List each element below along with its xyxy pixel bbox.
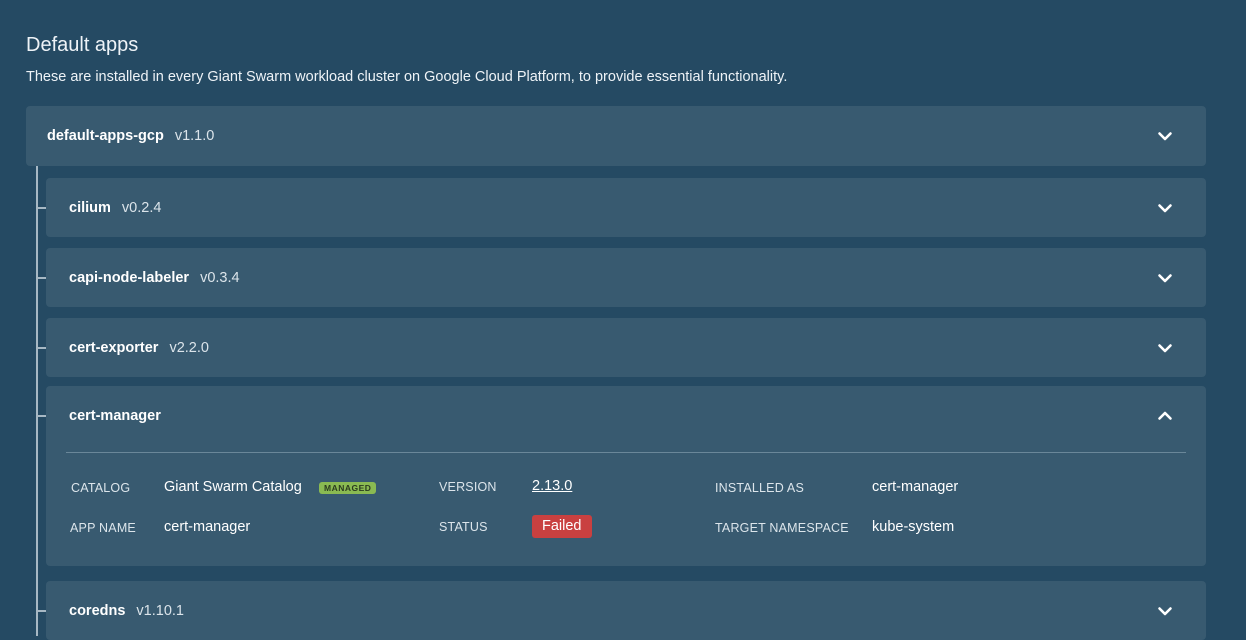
tree-connector-tick: [36, 415, 46, 417]
section-description: These are installed in every Giant Swarm…: [26, 69, 788, 85]
managed-badge: MANAGED: [319, 482, 377, 494]
target-namespace-value: kube-system: [872, 519, 955, 535]
tree-connector-line: [36, 166, 38, 636]
app-name: coredns: [69, 602, 126, 619]
app-version: v1.10.1: [136, 602, 184, 619]
bundle-card-header[interactable]: default-apps-gcp v1.1.0: [26, 106, 1206, 166]
app-card-header[interactable]: cert-manager: [46, 386, 1206, 446]
app-name: capi-node-labeler: [69, 269, 190, 286]
chevron-up-icon[interactable]: [1156, 407, 1174, 425]
details-divider: [66, 452, 1186, 453]
app-version: v0.3.4: [200, 269, 240, 286]
app-card-coredns: coredns v1.10.1: [46, 581, 1206, 640]
chevron-down-icon[interactable]: [1156, 269, 1174, 287]
chevron-down-icon[interactable]: [1156, 602, 1174, 620]
app-card-header[interactable]: capi-node-labeler v0.3.4: [46, 248, 1206, 307]
app-version: v2.2.0: [169, 339, 209, 356]
target-namespace-label: TARGET NAMESPACE: [715, 521, 849, 535]
app-name: cert-exporter: [69, 339, 159, 356]
app-name-value: cert-manager: [164, 519, 251, 535]
app-name: cilium: [69, 199, 111, 216]
app-name: cert-manager: [69, 408, 161, 424]
installed-as-label: INSTALLED AS: [715, 481, 805, 495]
bundle-card: default-apps-gcp v1.1.0: [26, 106, 1206, 166]
catalog-label: CATALOG: [71, 481, 131, 495]
tree-connector-tick: [36, 207, 46, 209]
app-name-label: APP NAME: [70, 521, 136, 535]
app-card-cilium: cilium v0.2.4: [46, 178, 1206, 237]
app-card-capi-node-labeler: capi-node-labeler v0.3.4: [46, 248, 1206, 307]
tree-connector-tick: [36, 347, 46, 349]
tree-connector-tick: [36, 610, 46, 612]
catalog-value: Giant Swarm Catalog: [164, 479, 302, 495]
app-card-cert-exporter: cert-exporter v2.2.0: [46, 318, 1206, 377]
chevron-down-icon[interactable]: [1156, 339, 1174, 357]
bundle-name: default-apps-gcp: [47, 128, 164, 144]
status-label: STATUS: [439, 520, 488, 534]
status-badge: Failed: [532, 515, 592, 538]
app-card-header[interactable]: cilium v0.2.4: [46, 178, 1206, 237]
chevron-down-icon[interactable]: [1156, 199, 1174, 217]
app-version: v0.2.4: [121, 199, 162, 216]
tree-connector-tick: [36, 277, 46, 279]
app-card-header[interactable]: cert-exporter v2.2.0: [46, 318, 1206, 377]
chevron-down-icon[interactable]: [1156, 127, 1174, 145]
version-link[interactable]: 2.13.0: [532, 478, 572, 494]
app-card-header[interactable]: coredns v1.10.1: [46, 581, 1206, 640]
bundle-version: v1.1.0: [174, 128, 215, 144]
version-label: VERSION: [439, 480, 497, 494]
installed-as-value: cert-manager: [872, 479, 959, 495]
app-card-cert-manager: cert-manager CATALOG Giant Swarm Catalog…: [46, 386, 1206, 566]
section-title: Default apps: [26, 34, 139, 56]
